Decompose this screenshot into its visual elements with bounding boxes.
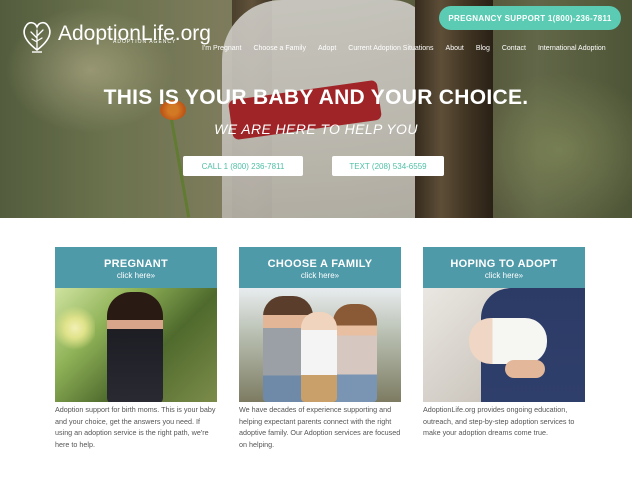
nav-item-about[interactable]: About bbox=[446, 45, 464, 52]
text-button[interactable]: TEXT (208) 534-6559 bbox=[332, 156, 444, 176]
card-pregnant: PREGNANT click here» Adoption support fo… bbox=[55, 247, 217, 450]
card-click-here-link[interactable]: click here» bbox=[239, 271, 401, 280]
card-description: Adoption support for birth moms. This is… bbox=[55, 405, 216, 449]
card-image-baby-and-parent[interactable] bbox=[423, 288, 585, 402]
hero-subheadline: WE ARE HERE TO HELP YOU bbox=[214, 121, 418, 137]
card-choose-a-family: CHOOSE A FAMILY click here» We have deca… bbox=[239, 247, 401, 450]
card-description: We have decades of experience supporting… bbox=[239, 405, 401, 449]
card-header-hoping-to-adopt[interactable]: HOPING TO ADOPT click here» bbox=[423, 247, 585, 288]
site-logo[interactable]: AdoptionLife.org bbox=[20, 14, 211, 54]
card-image-family[interactable] bbox=[239, 288, 401, 402]
tree-heart-icon bbox=[23, 21, 51, 53]
nav-item-im-pregnant[interactable]: I'm Pregnant bbox=[202, 45, 241, 52]
card-description: AdoptionLife.org provides ongoing educat… bbox=[423, 405, 575, 437]
card-header-pregnant[interactable]: PREGNANT click here» bbox=[55, 247, 217, 288]
main-nav: I'm Pregnant Choose a Family Adopt Curre… bbox=[202, 45, 606, 52]
nav-item-international-adoption[interactable]: International Adoption bbox=[538, 45, 606, 52]
card-hoping-to-adopt: HOPING TO ADOPT click here» AdoptionLife… bbox=[423, 247, 585, 439]
baby-figure bbox=[469, 318, 547, 364]
pregnancy-support-button[interactable]: PREGNANCY SUPPORT 1(800)-236-7811 bbox=[439, 6, 621, 30]
pregnant-woman-figure bbox=[107, 292, 163, 402]
logo-tagline: ADOPTION AGENCY bbox=[113, 39, 177, 45]
nav-item-contact[interactable]: Contact bbox=[502, 45, 526, 52]
child-figure bbox=[301, 312, 337, 402]
nav-item-current-adoption-situations[interactable]: Current Adoption Situations bbox=[348, 45, 433, 52]
card-image-birth-mom[interactable] bbox=[55, 288, 217, 402]
card-title: HOPING TO ADOPT bbox=[450, 258, 558, 270]
card-click-here-link[interactable]: click here» bbox=[55, 271, 217, 280]
hero-banner: AdoptionLife.org ADOPTION AGENCY PREGNAN… bbox=[0, 0, 632, 218]
card-title: PREGNANT bbox=[103, 258, 169, 270]
nav-item-choose-a-family[interactable]: Choose a Family bbox=[253, 45, 306, 52]
card-click-here-link[interactable]: click here» bbox=[423, 271, 585, 280]
call-button[interactable]: CALL 1 (800) 236-7811 bbox=[183, 156, 303, 176]
hero-headline: THIS IS YOUR BABY AND YOUR CHOICE. bbox=[103, 86, 529, 109]
mother-figure bbox=[333, 304, 377, 402]
card-title: CHOOSE A FAMILY bbox=[267, 258, 373, 270]
card-header-choose-a-family[interactable]: CHOOSE A FAMILY click here» bbox=[239, 247, 401, 288]
nav-item-adopt[interactable]: Adopt bbox=[318, 45, 336, 52]
hand-figure bbox=[505, 360, 545, 378]
nav-item-blog[interactable]: Blog bbox=[476, 45, 490, 52]
